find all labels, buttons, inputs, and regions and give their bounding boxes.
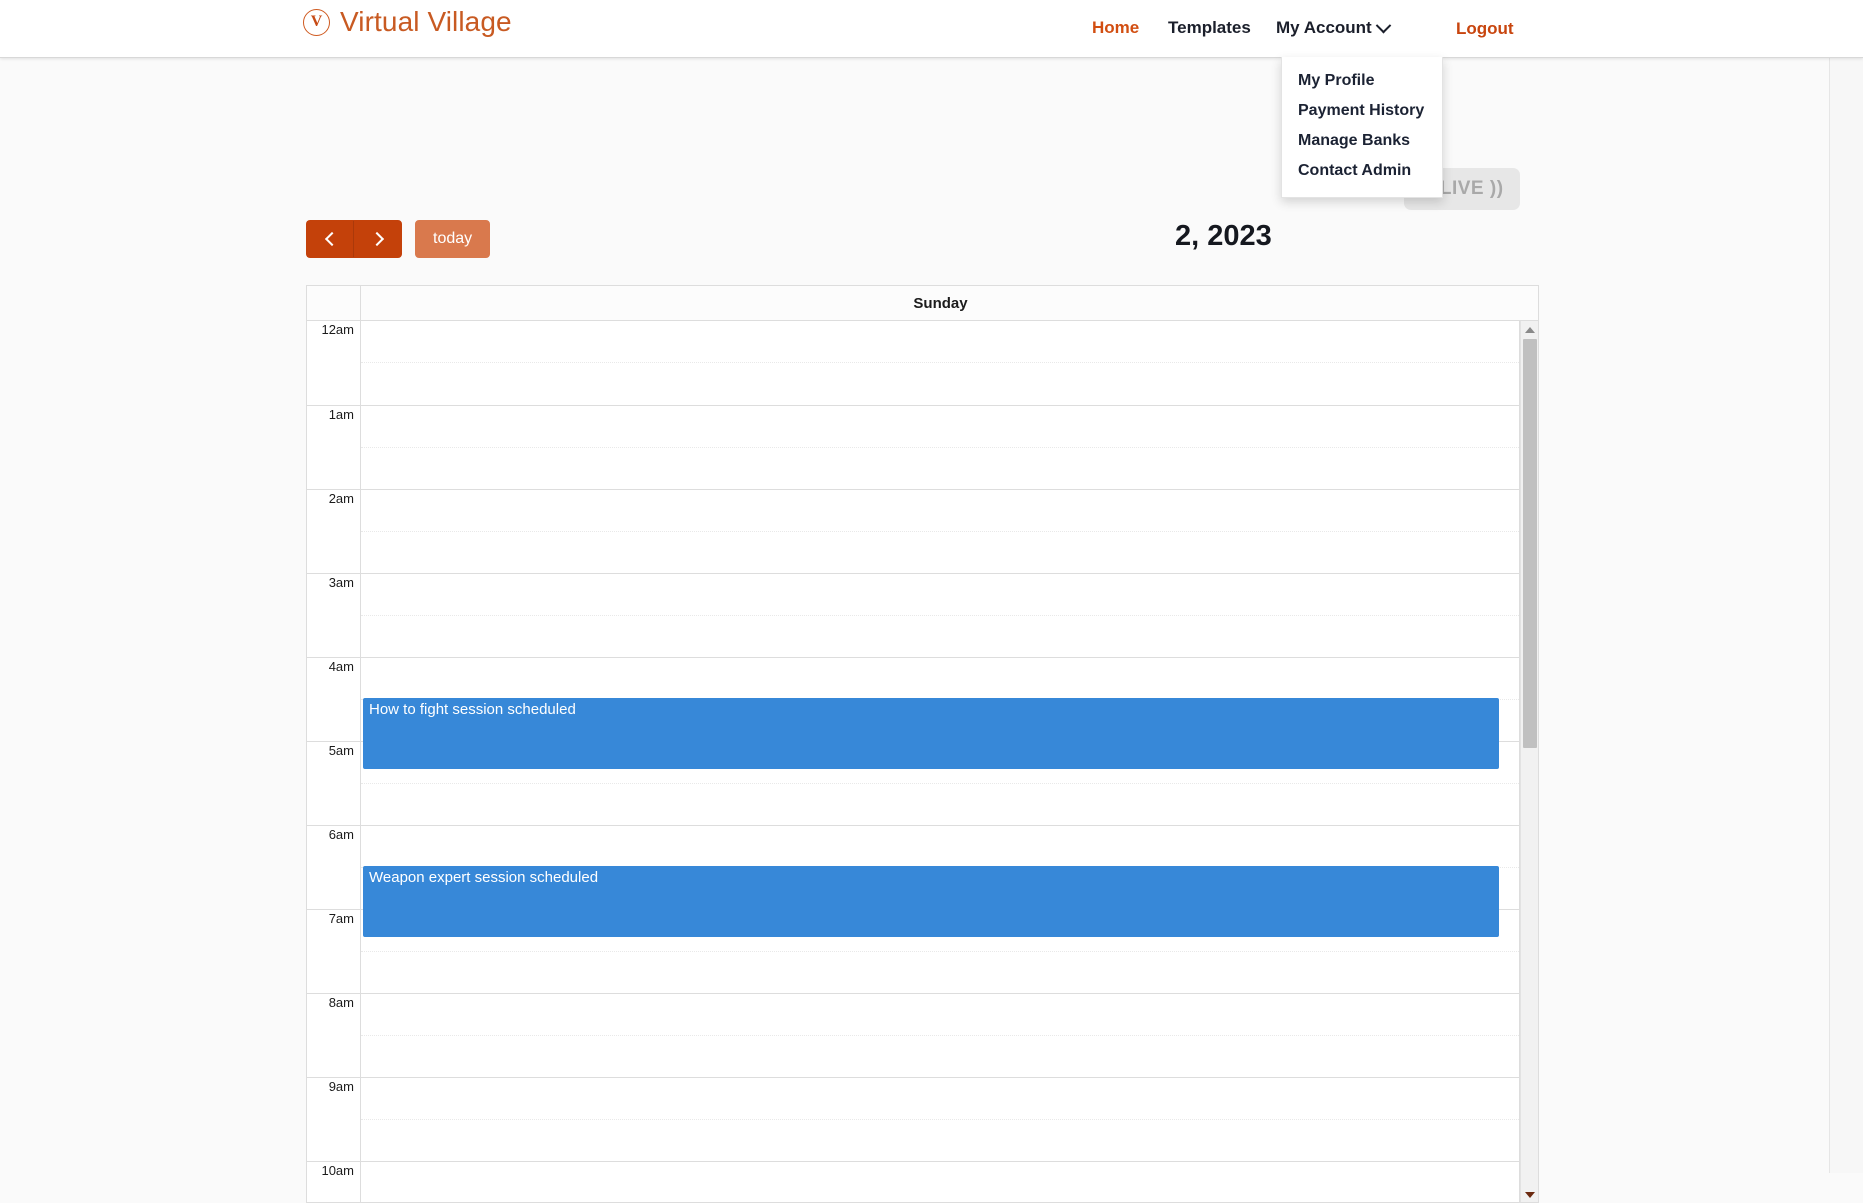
- half-hour-divider: [361, 406, 1519, 448]
- half-hour-divider: [361, 658, 1519, 700]
- top-navbar: V Virtual Village Home Templates My Acco…: [0, 0, 1863, 58]
- brand-logo[interactable]: V Virtual Village: [303, 8, 512, 36]
- time-slot-row: 3am: [307, 573, 1538, 657]
- nav-item-my-account[interactable]: My Account: [1276, 17, 1391, 38]
- nav-item-templates[interactable]: Templates: [1168, 18, 1251, 38]
- today-button[interactable]: today: [415, 220, 491, 258]
- time-slot-lane[interactable]: [361, 490, 1520, 573]
- time-slot-label: 2am: [307, 490, 361, 573]
- nav-item-my-account-label: My Account: [1276, 18, 1372, 37]
- calendar-toolbar: today: [306, 220, 491, 258]
- scrollbar-thumb[interactable]: [1523, 339, 1537, 748]
- nav-item-logout[interactable]: Logout: [1456, 19, 1514, 39]
- calendar-header-gutter: [307, 286, 361, 321]
- my-account-dropdown-menu: My Profile Payment History Manage Banks …: [1281, 57, 1443, 198]
- time-slot-row: 2am: [307, 489, 1538, 573]
- calendar-date-title: 2, 2023: [1175, 220, 1272, 252]
- time-slot-label: 9am: [307, 1078, 361, 1161]
- triangle-up-glyph: [1525, 326, 1535, 333]
- time-slot-label: 12am: [307, 321, 361, 405]
- calendar-nav-button-group: [306, 220, 402, 258]
- nav-item-home[interactable]: Home: [1092, 18, 1139, 38]
- time-slot-row: 9am: [307, 1077, 1538, 1161]
- half-hour-divider: [361, 574, 1519, 616]
- time-slot-label: 10am: [307, 1162, 361, 1202]
- calendar-event[interactable]: Weapon expert session scheduled: [363, 866, 1499, 937]
- time-slot-lane[interactable]: [361, 574, 1520, 657]
- time-slot-lane[interactable]: [361, 321, 1520, 405]
- menu-item-contact-admin[interactable]: Contact Admin: [1282, 156, 1442, 186]
- menu-item-payment-history[interactable]: Payment History: [1282, 96, 1442, 126]
- scroll-up-arrow-icon[interactable]: [1521, 321, 1538, 338]
- brand-name: Virtual Village: [340, 6, 512, 37]
- calendar-event-title: Weapon expert session scheduled: [369, 869, 599, 886]
- virtual-village-logo-icon: V: [303, 8, 330, 36]
- menu-item-manage-banks[interactable]: Manage Banks: [1282, 126, 1442, 156]
- time-slot-row: 10am: [307, 1161, 1538, 1202]
- page-right-margin: [1829, 58, 1863, 1173]
- time-slot-row: 8am: [307, 993, 1538, 1077]
- calendar-vertical-scrollbar[interactable]: [1520, 321, 1538, 1202]
- half-hour-divider: [361, 1162, 1519, 1202]
- time-slot-label: 1am: [307, 406, 361, 489]
- half-hour-divider: [361, 490, 1519, 532]
- next-period-button[interactable]: [354, 220, 402, 258]
- time-slot-label: 8am: [307, 994, 361, 1077]
- time-slot-row: 1am: [307, 405, 1538, 489]
- prev-period-button[interactable]: [306, 220, 354, 258]
- time-slot-label: 7am: [307, 910, 361, 993]
- time-slot-label: 3am: [307, 574, 361, 657]
- chevron-right-icon: [369, 231, 384, 247]
- time-slot-lane[interactable]: [361, 1078, 1520, 1161]
- triangle-down-glyph: [1525, 1191, 1535, 1198]
- menu-item-my-profile[interactable]: My Profile: [1282, 66, 1442, 96]
- page-content: (( LIVE )) 2, 2023 today Sunday 12am 1am…: [0, 58, 1829, 1203]
- time-slot-lane[interactable]: [361, 1162, 1520, 1202]
- calendar-day-header-sunday[interactable]: Sunday: [361, 295, 1520, 312]
- scroll-down-arrow-icon[interactable]: [1521, 1186, 1538, 1202]
- time-slot-lane[interactable]: [361, 406, 1520, 489]
- half-hour-divider: [361, 321, 1519, 363]
- time-slot-label: 5am: [307, 742, 361, 825]
- calendar-event-title: How to fight session scheduled: [369, 701, 576, 718]
- time-slot-lane[interactable]: [361, 994, 1520, 1077]
- half-hour-divider: [361, 826, 1519, 868]
- time-slot-label: 6am: [307, 826, 361, 909]
- time-slot-row: 12am: [307, 321, 1538, 405]
- half-hour-divider: [361, 1078, 1519, 1120]
- time-slot-label: 4am: [307, 658, 361, 741]
- chevron-down-icon: [1375, 17, 1391, 33]
- chevron-left-icon: [324, 231, 339, 247]
- calendar-header-row: Sunday: [307, 286, 1538, 321]
- week-calendar: Sunday 12am 1am 2am 3am 4am 5am 6am 7am …: [306, 285, 1539, 1203]
- calendar-event[interactable]: How to fight session scheduled: [363, 698, 1499, 769]
- calendar-time-grid: 12am 1am 2am 3am 4am 5am 6am 7am 8am 9am…: [307, 321, 1538, 1202]
- half-hour-divider: [361, 994, 1519, 1036]
